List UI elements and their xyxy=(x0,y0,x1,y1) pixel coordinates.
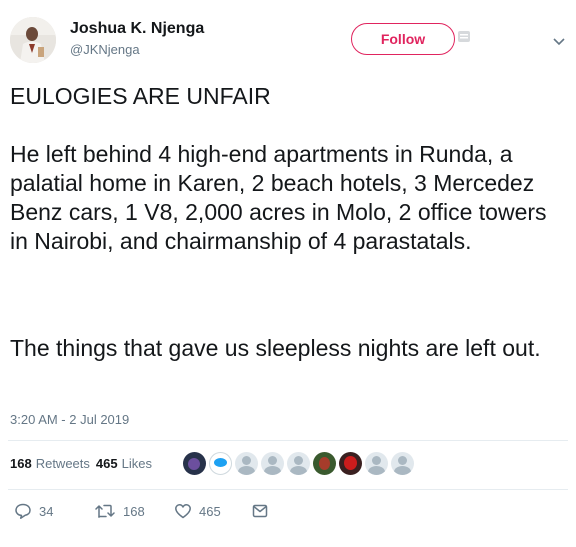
author-name[interactable]: Joshua K. Njenga xyxy=(70,20,204,38)
retweet-icon xyxy=(94,502,116,520)
like-count: 465 xyxy=(199,503,221,519)
retweet-count: 168 xyxy=(123,503,145,519)
tweet-paragraph-1: EULOGIES ARE UNFAIR xyxy=(10,83,271,109)
likes-label: Likes xyxy=(121,456,152,471)
reply-button[interactable]: 34 xyxy=(14,502,53,520)
liker-avatar[interactable] xyxy=(235,452,258,475)
reply-count: 34 xyxy=(39,503,54,519)
retweet-button[interactable]: 168 xyxy=(94,502,145,520)
tweet-card: Joshua K. Njenga @JKNjenga Follow EULOGI… xyxy=(0,0,576,547)
tweet-timestamp[interactable]: 3:20 AM - 2 Jul 2019 xyxy=(10,412,129,427)
reply-icon xyxy=(14,502,32,520)
likes-stat[interactable]: 465 Likes xyxy=(96,456,152,471)
liker-avatar[interactable] xyxy=(391,452,414,475)
follow-options-icon[interactable] xyxy=(458,31,470,42)
chevron-down-icon[interactable] xyxy=(552,34,566,46)
tweet-stats: 168 Retweets 465 Likes xyxy=(10,456,152,471)
tweet-paragraph-3: The things that gave us sleepless nights… xyxy=(10,335,541,361)
heart-icon xyxy=(174,502,192,520)
tweet-paragraph-2: He left behind 4 high-end apartments in … xyxy=(10,141,547,254)
tweet-actions: 34 168 465 xyxy=(10,502,280,524)
follow-button[interactable]: Follow xyxy=(351,23,455,55)
avatar-photo xyxy=(10,17,56,63)
liker-avatar[interactable] xyxy=(183,452,206,475)
retweets-stat[interactable]: 168 Retweets xyxy=(10,456,90,471)
liker-avatar[interactable] xyxy=(209,452,232,475)
divider xyxy=(8,440,568,441)
envelope-icon xyxy=(251,502,269,520)
likers-avatars xyxy=(183,452,414,475)
like-button[interactable]: 465 xyxy=(174,502,221,520)
author-avatar[interactable] xyxy=(10,17,56,63)
liker-avatar[interactable] xyxy=(287,452,310,475)
likes-count: 465 xyxy=(95,456,118,471)
author-handle[interactable]: @JKNjenga xyxy=(70,42,140,57)
liker-avatar[interactable] xyxy=(339,452,362,475)
liker-avatar[interactable] xyxy=(313,452,336,475)
retweets-label: Retweets xyxy=(35,456,90,471)
liker-avatar[interactable] xyxy=(365,452,388,475)
liker-avatar[interactable] xyxy=(261,452,284,475)
retweets-count: 168 xyxy=(10,456,32,471)
message-button[interactable] xyxy=(251,502,269,520)
divider xyxy=(8,489,568,490)
